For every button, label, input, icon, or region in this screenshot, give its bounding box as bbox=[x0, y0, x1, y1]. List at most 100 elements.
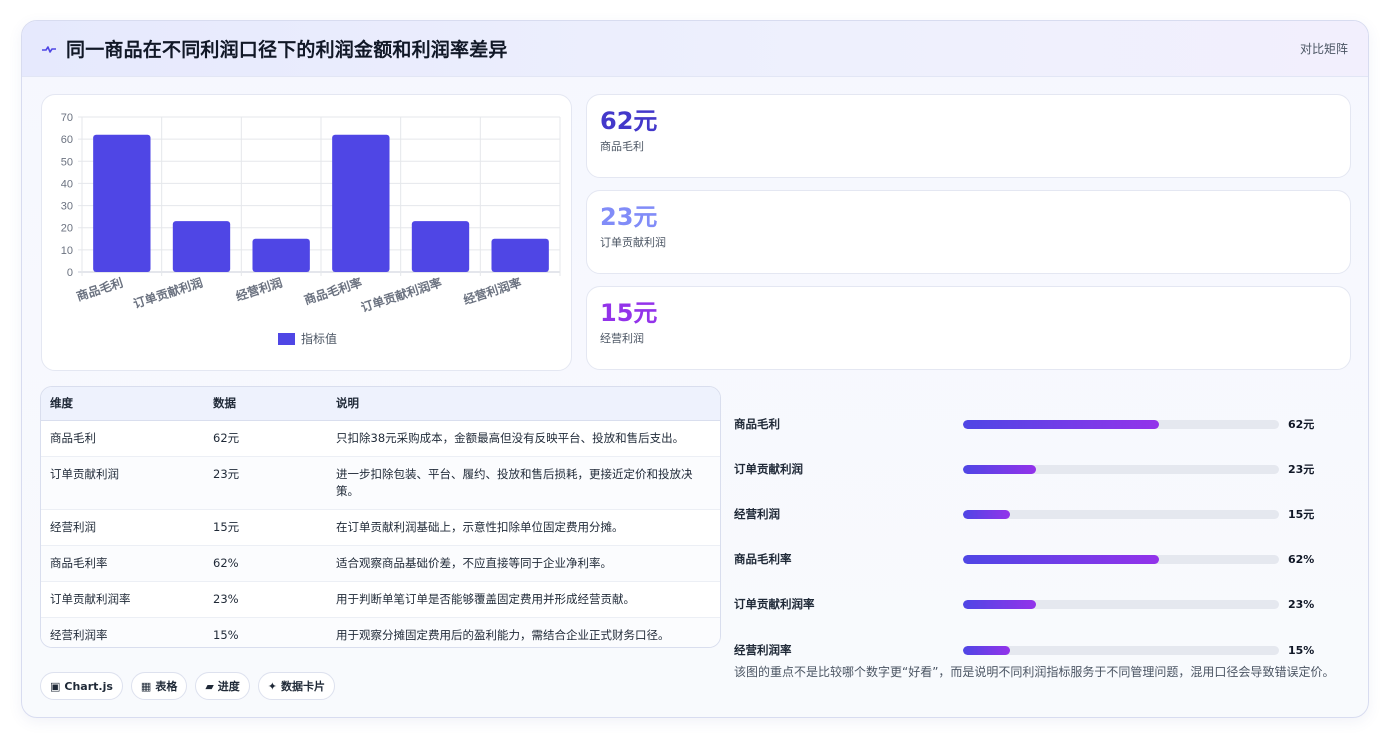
bar bbox=[491, 238, 549, 272]
chip-chartjs[interactable]: ▣ Chart.js bbox=[40, 672, 123, 700]
progress-label: 经营利润率 bbox=[734, 643, 792, 657]
progress-row: 经营利润 15元 bbox=[734, 504, 1354, 524]
cell-description: 用于判断单笔订单是否能够覆盖固定费用并形成经营贡献。 bbox=[327, 581, 720, 618]
page-title: 同一商品在不同利润口径下的利润金额和利润率差异 bbox=[66, 39, 508, 61]
sparkle-icon: ✦ bbox=[267, 679, 278, 693]
progress-value: 23元 bbox=[1288, 463, 1315, 476]
x-tick-label: 经营利润 bbox=[234, 275, 284, 304]
column-header-data: 数据 bbox=[204, 387, 327, 421]
progress-icon: ▰ bbox=[205, 679, 214, 693]
metrics-table-panel: 维度 数据 说明 商品毛利 62元 只扣除38元采购成本，金额最高但没有反映平台… bbox=[40, 386, 721, 648]
pulse-icon bbox=[42, 45, 56, 53]
progress-track bbox=[963, 464, 1279, 474]
y-tick-label: 50 bbox=[61, 156, 73, 168]
cell-dimension: 订单贡献利润率 bbox=[41, 581, 204, 618]
column-header-description: 说明 bbox=[327, 387, 720, 421]
progress-value: 23% bbox=[1288, 597, 1315, 611]
progress-fill bbox=[963, 554, 1159, 564]
progress-value: 15元 bbox=[1288, 508, 1315, 521]
table-row: 经营利润率 15% 用于观察分摊固定费用后的盈利能力，需结合企业正式财务口径。 bbox=[41, 617, 720, 647]
y-tick-label: 70 bbox=[61, 112, 73, 124]
x-tick-label: 商品毛利 bbox=[74, 275, 124, 304]
chip-label: 表格 bbox=[155, 680, 178, 693]
cell-dimension: 商品毛利 bbox=[41, 420, 204, 457]
x-tick-label: 订单贡献利润率 bbox=[359, 275, 444, 315]
stat-value: 15元 bbox=[600, 299, 658, 327]
progress-row: 经营利润率 15% bbox=[734, 640, 1354, 660]
stat-card-gross-profit: 62元 商品毛利 bbox=[586, 94, 1351, 178]
cell-description: 只扣除38元采购成本，金额最高但没有反映平台、投放和售后支出。 bbox=[327, 420, 720, 457]
explanation-note: 该图的重点不是比较哪个数字更“好看”，而是说明不同利润指标服务于不同管理问题，混… bbox=[734, 665, 1335, 679]
y-tick-label: 0 bbox=[67, 267, 73, 279]
y-tick-label: 30 bbox=[61, 201, 73, 213]
progress-fill bbox=[963, 599, 1036, 609]
comparison-card: 同一商品在不同利润口径下的利润金额和利润率差异 对比矩阵 0 10 20 30 40 50… bbox=[21, 20, 1369, 718]
progress-fill bbox=[963, 419, 1159, 429]
chart-icon: ▣ bbox=[50, 679, 61, 693]
table-row: 订单贡献利润 23元 进一步扣除包装、平台、履约、投放和售后损耗，更接近定价和投… bbox=[41, 456, 720, 510]
chip-data-card[interactable]: ✦ 数据卡片 bbox=[257, 672, 336, 700]
table-icon: ▦ bbox=[140, 679, 152, 693]
table-row: 商品毛利率 62% 适合观察商品基础价差，不应直接等同于企业净利率。 bbox=[41, 545, 720, 582]
y-tick-label: 10 bbox=[61, 245, 73, 257]
cell-data: 23% bbox=[204, 581, 327, 618]
stat-value: 23元 bbox=[600, 203, 658, 231]
x-tick-label: 经营利润率 bbox=[461, 275, 523, 308]
progress-row: 订单贡献利润率 23% bbox=[734, 594, 1354, 614]
progress-value: 62% bbox=[1288, 552, 1315, 566]
legend-label: 指标值 bbox=[301, 331, 337, 346]
cell-dimension: 订单贡献利润 bbox=[41, 456, 204, 510]
y-tick-label: 20 bbox=[61, 223, 73, 235]
stat-value: 62元 bbox=[600, 107, 658, 135]
progress-value: 15% bbox=[1288, 643, 1315, 657]
progress-row: 商品毛利 62元 bbox=[734, 414, 1354, 434]
chip-label: Chart.js bbox=[64, 679, 113, 693]
cell-dimension: 商品毛利率 bbox=[41, 545, 204, 582]
chip-table[interactable]: ▦ 表格 bbox=[130, 672, 188, 700]
x-tick-label: 订单贡献利润 bbox=[131, 275, 204, 312]
progress-label: 订单贡献利润 bbox=[734, 462, 803, 476]
bar-chart-panel: 0 10 20 30 40 50 60 70 商品毛利 订单贡献利润 经营利润 商品毛利率 订单贡献利润… bbox=[41, 94, 572, 371]
progress-label: 商品毛利 bbox=[734, 417, 780, 431]
bar bbox=[93, 134, 151, 272]
bar bbox=[252, 238, 310, 272]
stat-label: 经营利润 bbox=[600, 332, 644, 345]
progress-fill bbox=[963, 464, 1036, 474]
x-tick-label: 商品毛利率 bbox=[302, 275, 364, 308]
cell-data: 15% bbox=[204, 617, 327, 647]
cell-description: 在订单贡献利润基础上，示意性扣除单位固定费用分摊。 bbox=[327, 509, 720, 546]
stat-card-operating-profit: 15元 经营利润 bbox=[586, 286, 1351, 370]
progress-value: 62元 bbox=[1288, 418, 1315, 431]
title-group: 同一商品在不同利润口径下的利润金额和利润率差异 bbox=[42, 35, 508, 62]
y-tick-label: 60 bbox=[61, 134, 73, 146]
progress-track bbox=[963, 554, 1279, 564]
table-row: 商品毛利 62元 只扣除38元采购成本，金额最高但没有反映平台、投放和售后支出。 bbox=[41, 420, 720, 457]
cell-data: 62元 bbox=[204, 420, 327, 457]
stat-label: 订单贡献利润 bbox=[600, 236, 666, 249]
progress-track bbox=[963, 599, 1279, 609]
metrics-table: 维度 数据 说明 商品毛利 62元 只扣除38元采购成本，金额最高但没有反映平台… bbox=[41, 387, 720, 647]
column-header-dimension: 维度 bbox=[41, 387, 204, 421]
card-header: 同一商品在不同利润口径下的利润金额和利润率差异 对比矩阵 bbox=[22, 21, 1368, 77]
chip-progress[interactable]: ▰ 进度 bbox=[195, 672, 250, 700]
cell-description: 用于观察分摊固定费用后的盈利能力，需结合企业正式财务口径。 bbox=[327, 617, 720, 647]
table-header-row: 维度 数据 说明 bbox=[41, 387, 720, 421]
cell-data: 15元 bbox=[204, 509, 327, 546]
table-row: 订单贡献利润率 23% 用于判断单笔订单是否能够覆盖固定费用并形成经营贡献。 bbox=[41, 581, 720, 618]
compare-matrix-link[interactable]: 对比矩阵 bbox=[1300, 40, 1348, 57]
progress-label: 订单贡献利润率 bbox=[734, 597, 815, 611]
legend-swatch bbox=[278, 333, 295, 345]
bar bbox=[172, 221, 231, 272]
progress-track bbox=[963, 419, 1279, 429]
progress-label: 经营利润 bbox=[734, 507, 780, 521]
cell-description: 适合观察商品基础价差，不应直接等同于企业净利率。 bbox=[327, 545, 720, 582]
bar bbox=[411, 221, 470, 272]
cell-dimension: 经营利润 bbox=[41, 509, 204, 546]
table-row: 经营利润 15元 在订单贡献利润基础上，示意性扣除单位固定费用分摊。 bbox=[41, 509, 720, 546]
chip-label: 数据卡片 bbox=[281, 680, 326, 693]
progress-fill bbox=[963, 509, 1011, 519]
cell-description: 进一步扣除包装、平台、履约、投放和售后损耗，更接近定价和投放决策。 bbox=[327, 456, 720, 510]
cell-dimension: 经营利润率 bbox=[41, 617, 204, 647]
bar bbox=[332, 134, 390, 272]
bar-chart: 0 10 20 30 40 50 60 70 商品毛利 订单贡献利润 经营利润 商品毛利率订单贡献利润… bbox=[61, 112, 561, 346]
